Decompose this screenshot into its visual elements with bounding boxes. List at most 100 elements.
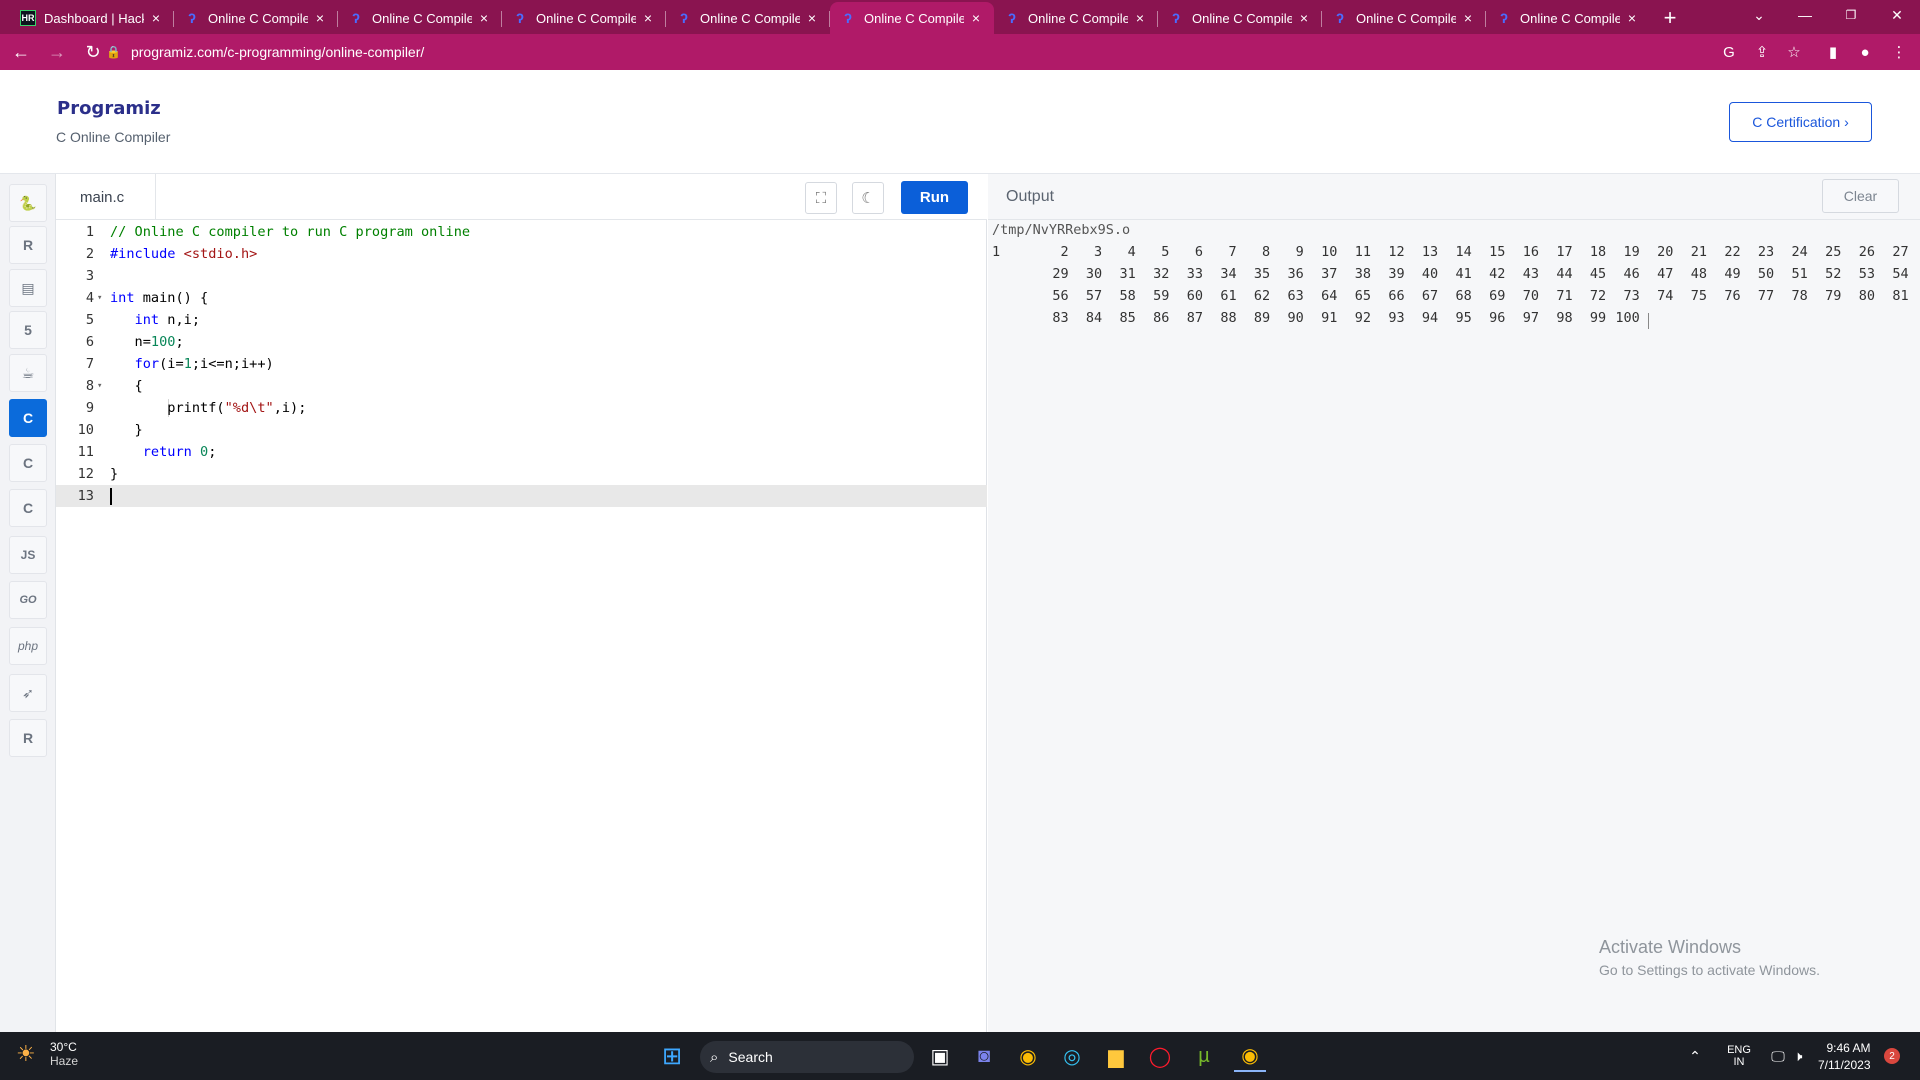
browser-tab[interactable]: ʔ Online C Compiler × [1486,2,1650,34]
code-text: #include <stdio.h> [110,246,258,262]
dark-mode-button[interactable]: ☾ [852,182,884,214]
programiz-logo[interactable]: Programiz [57,98,161,119]
minimize-icon[interactable]: — [1782,0,1828,30]
windows-start-icon[interactable]: ⊞ [656,1040,688,1072]
output-number: 23 [1757,244,1775,260]
rail-java-icon[interactable]: ☕ [9,354,47,392]
tab-close-icon[interactable]: × [1296,10,1312,26]
code-line[interactable]: 8 ▾ { [56,375,987,397]
rail-csharp-icon[interactable]: C [9,489,47,527]
rail-go-icon[interactable]: GO [9,581,47,619]
volume-muted-icon[interactable]: 🕨 [1782,1040,1814,1072]
rail-swift-icon[interactable]: ➶ [9,674,47,712]
output-number: 56 [1052,288,1069,304]
output-number: 70 [1522,288,1539,304]
code-line[interactable]: 7 for(i=1;i<=n;i++) [56,353,987,375]
rail-sql-icon[interactable]: ▤ [9,269,47,307]
fullscreen-button[interactable]: ⛶ [805,182,837,214]
address-bar[interactable]: 🔒 programiz.com/c-programming/online-com… [106,38,1816,66]
tab-close-icon[interactable]: × [640,10,656,26]
utorrent-icon[interactable]: µ [1188,1040,1220,1072]
rail-python-icon[interactable]: 🐍 [9,184,47,222]
reload-icon[interactable]: ↻ [78,37,108,67]
run-button[interactable]: Run [901,181,968,214]
fold-arrow-icon[interactable]: ▾ [97,287,102,309]
profile-icon[interactable]: ● [1852,39,1878,65]
tab-close-icon[interactable]: × [968,10,984,26]
code-text: int n,i; [134,312,201,328]
browser-tab[interactable]: ʔ Online C Compiler × [174,2,338,34]
browser-tab[interactable]: ʔ Online C Compiler × [994,2,1158,34]
rail-php-icon[interactable]: php [9,627,47,665]
language-indicator[interactable]: ENG IN [1722,1032,1756,1080]
fold-arrow-icon[interactable]: ▾ [97,375,102,397]
python-icon: 🐍 [19,194,37,211]
rail-html-icon[interactable]: 5 [9,311,47,349]
line-number: 5 [85,312,94,328]
bookmark-star-icon[interactable]: ☆ [1781,39,1807,65]
browser-tab[interactable]: ʔ Online C Compiler × [666,2,830,34]
chrome-profile-icon[interactable]: ◉ [1234,1040,1266,1072]
close-window-icon[interactable]: ✕ [1874,0,1920,30]
menu-dots-icon[interactable]: ⋮ [1886,39,1912,65]
browser-tab[interactable]: HR Dashboard | HackerRank× [10,2,174,34]
code-line[interactable]: 3 [56,265,987,287]
output-number: 68 [1455,288,1472,304]
tab-close-icon[interactable]: × [804,10,820,26]
browser-tab[interactable]: ʔ Online C Compiler × [1158,2,1322,34]
clear-button[interactable]: Clear [1822,179,1899,213]
weather-widget[interactable]: ☀ 30°C Haze [16,1040,78,1068]
taskbar-search[interactable]: ⌕ Search [700,1041,914,1073]
show-hidden-icons[interactable]: ⌃ [1679,1040,1711,1072]
code-line[interactable]: 2 #include <stdio.h> [56,243,987,265]
rail-c-icon[interactable]: C [9,399,47,437]
browser-tab[interactable]: ʔ Online C Compiler × [830,2,994,34]
tab-search-icon[interactable]: ⌄ [1736,0,1782,30]
clock[interactable]: 9:46 AM 7/11/2023 [1818,1041,1871,1072]
output-number: 71 [1556,288,1573,304]
file-explorer-icon[interactable]: ▆ [1100,1040,1132,1072]
lock-icon[interactable]: 🔒 [106,45,121,59]
rail-js-icon[interactable]: JS [9,536,47,574]
task-view-icon[interactable]: ▣ [924,1040,956,1072]
tab-close-icon[interactable]: × [312,10,328,26]
code-line[interactable]: 9 printf("%d\t",i); [56,397,987,419]
browser-tab[interactable]: ʔ Online C Compiler × [338,2,502,34]
code-line[interactable]: 4 ▾ int main() { [56,287,987,309]
output-number: 48 [1690,266,1707,282]
tab-close-icon[interactable]: × [1460,10,1476,26]
code-editor[interactable]: 1 // Online C compiler to run C program o… [56,221,987,507]
code-line[interactable]: 5 int n,i; [56,309,987,331]
code-line[interactable]: 11 return 0; [56,441,987,463]
code-line[interactable]: 10 } [56,419,987,441]
rail-cpp-icon[interactable]: C [9,444,47,482]
new-tab-button[interactable]: + [1654,2,1686,34]
google-icon[interactable]: G [1716,39,1742,65]
code-line[interactable]: 13 [56,485,987,507]
rail-rust-icon[interactable]: R [9,719,47,757]
browser-tab[interactable]: ʔ Online C Compiler × [502,2,666,34]
file-tab-main-c[interactable]: main.c [56,174,156,220]
share-icon[interactable]: ⇪ [1749,39,1775,65]
teams-chat-icon[interactable]: ◙ [968,1040,1000,1072]
code-line[interactable]: 1 // Online C compiler to run C program o… [56,221,987,243]
side-panel-icon[interactable]: ▮ [1820,39,1846,65]
output-number: 32 [1153,266,1170,282]
output-number: 11 [1354,244,1371,260]
back-icon[interactable]: ← [6,37,36,67]
notification-badge[interactable]: 2 [1884,1048,1900,1064]
restore-icon[interactable]: ❐ [1828,0,1874,30]
chrome-icon[interactable]: ◉ [1012,1040,1044,1072]
tab-close-icon[interactable]: × [476,10,492,26]
forward-icon[interactable]: → [42,37,72,67]
opera-icon[interactable]: ◯ [1144,1040,1176,1072]
c-certification-button[interactable]: C Certification › [1729,102,1872,142]
code-line[interactable]: 12} [56,463,987,485]
rail-r-icon[interactable]: R [9,226,47,264]
tab-close-icon[interactable]: × [148,10,164,26]
tab-close-icon[interactable]: × [1624,10,1640,26]
tab-close-icon[interactable]: × [1132,10,1148,26]
browser-tab[interactable]: ʔ Online C Compiler × [1322,2,1486,34]
code-line[interactable]: 6 n=100; [56,331,987,353]
edge-icon[interactable]: ◎ [1056,1040,1088,1072]
